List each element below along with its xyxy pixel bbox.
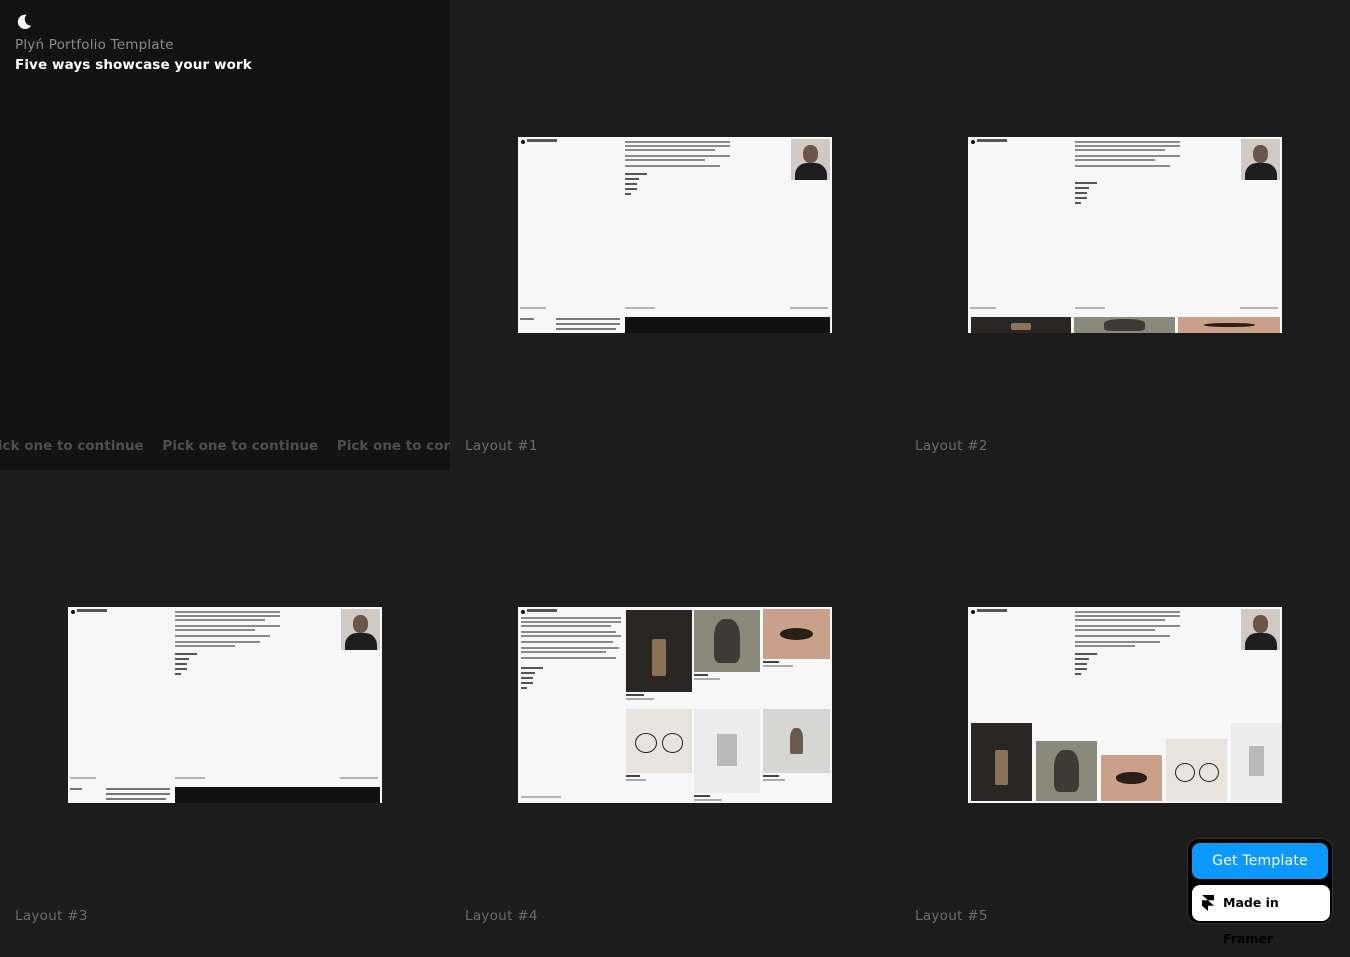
layout-card-2[interactable]: Layout #2 (900, 0, 1350, 470)
layout-label: Layout #1 (465, 438, 538, 454)
portrait-image (1241, 609, 1280, 650)
framer-logo-icon (1202, 895, 1214, 911)
moon-icon[interactable] (15, 13, 33, 31)
layout-label: Layout #4 (465, 908, 538, 924)
template-subtitle: Five ways showcase your work (15, 57, 252, 73)
layout-1-preview[interactable] (518, 137, 832, 333)
layout-label: Layout #5 (915, 908, 988, 924)
made-in-framer-label: Made in Framer (1223, 895, 1279, 946)
layout-grid: Plyń Portfolio Template Five ways showca… (0, 0, 1350, 940)
layout-2-preview[interactable] (968, 137, 1282, 333)
portrait-image (341, 609, 380, 650)
layout-card-4[interactable]: Layout #4 (450, 470, 900, 940)
layout-card-1[interactable]: Layout #1 (450, 0, 900, 470)
made-in-framer-button[interactable]: Made in Framer (1192, 885, 1330, 946)
layout-label: Layout #2 (915, 438, 988, 454)
layout-4-preview[interactable] (518, 607, 832, 803)
pick-marquee: Pick one to continue Pick one to continu… (0, 438, 450, 454)
marquee-text: Pick one to continue (336, 438, 450, 454)
marquee-text: Pick one to continue (0, 438, 144, 454)
get-template-button[interactable]: Get Template (1192, 843, 1328, 879)
layout-card-3[interactable]: Layout #3 (0, 470, 450, 940)
portrait-image (1241, 139, 1280, 180)
intro-panel: Plyń Portfolio Template Five ways showca… (0, 0, 450, 470)
marquee-text: Pick one to continue (162, 438, 319, 454)
template-title: Plyń Portfolio Template (15, 37, 174, 53)
layout-5-preview[interactable] (968, 607, 1282, 803)
layout-3-preview[interactable] (68, 607, 382, 803)
floating-actions: Get Template Made in Framer (1187, 838, 1333, 946)
portrait-image (791, 139, 830, 180)
layout-label: Layout #3 (15, 908, 88, 924)
